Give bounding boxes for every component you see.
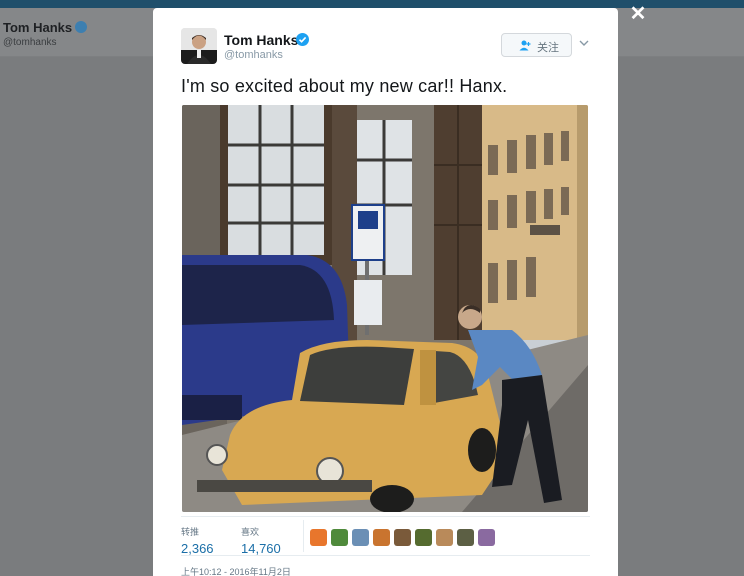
- like-stat[interactable]: 喜欢 14,760: [241, 525, 281, 556]
- liker-avatar[interactable]: [373, 529, 390, 546]
- background-profile-name[interactable]: Tom Hanks: [3, 20, 72, 35]
- like-label: 喜欢: [241, 527, 260, 537]
- author-handle[interactable]: @tomhanks: [224, 49, 283, 61]
- chevron-down-icon[interactable]: [579, 39, 589, 47]
- liker-avatar[interactable]: [478, 529, 495, 546]
- follow-button-label: 关注: [537, 42, 559, 54]
- author-name[interactable]: Tom Hanks: [224, 32, 298, 48]
- follow-person-icon: [519, 40, 531, 51]
- verified-badge-icon: [296, 33, 309, 46]
- like-count: 14,760: [241, 541, 281, 556]
- avatar[interactable]: [181, 28, 217, 64]
- tweet-modal: Tom Hanks @tomhanks 关注 I'm so excited ab…: [153, 8, 618, 576]
- liker-avatar[interactable]: [331, 529, 348, 546]
- background-verified-icon: [75, 21, 87, 33]
- liker-avatar[interactable]: [310, 529, 327, 546]
- liker-avatar[interactable]: [457, 529, 474, 546]
- stats-divider-bottom: [181, 555, 590, 556]
- liker-avatar[interactable]: [352, 529, 369, 546]
- liker-avatar[interactable]: [415, 529, 432, 546]
- tweet-photo-image: [182, 105, 588, 512]
- tweet-timestamp[interactable]: 上午10:12 - 2016年11月2日: [181, 565, 291, 576]
- tweet-text: I'm so excited about my new car!! Hanx.: [181, 76, 508, 96]
- stats-divider-top: [181, 516, 590, 517]
- background-profile-handle[interactable]: @tomhanks: [3, 37, 57, 48]
- tweet-photo[interactable]: [182, 105, 588, 512]
- follow-button[interactable]: 关注: [501, 33, 572, 57]
- liker-avatar[interactable]: [436, 529, 453, 546]
- retweet-count: 2,366: [181, 541, 214, 556]
- stats-separator: [303, 520, 304, 552]
- close-icon[interactable]: ✕: [629, 4, 647, 24]
- liker-avatar[interactable]: [394, 529, 411, 546]
- avatar-image: [181, 28, 217, 64]
- retweet-label: 转推: [181, 527, 200, 537]
- retweet-stat[interactable]: 转推 2,366: [181, 525, 214, 556]
